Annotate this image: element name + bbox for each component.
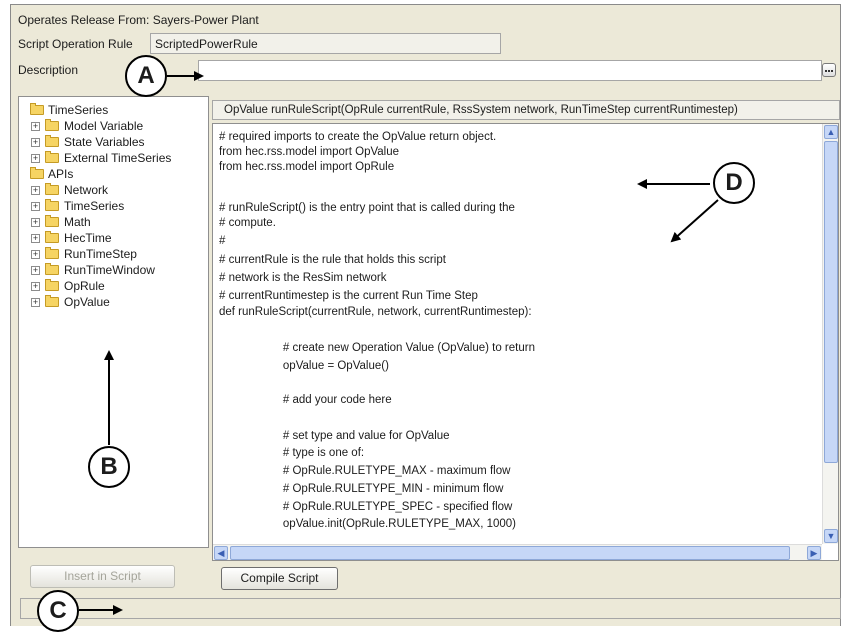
tree-item-label: OpValue	[64, 295, 110, 309]
tree-item-label: TimeSeries	[48, 103, 109, 117]
code-line: # required imports to create the OpValue…	[219, 131, 497, 143]
vertical-scrollbar[interactable]: ▲ ▼	[822, 124, 838, 544]
scroll-left-arrow-icon[interactable]: ◀	[214, 546, 228, 560]
folder-icon	[45, 183, 59, 195]
folder-icon	[45, 295, 59, 307]
code-line: # type is one of:	[219, 447, 365, 459]
plus-box-icon[interactable]: +	[31, 186, 40, 195]
description-field[interactable]	[198, 60, 822, 81]
vertical-scroll-thumb[interactable]	[824, 141, 838, 463]
folder-icon	[45, 279, 59, 291]
rule-name-field[interactable]: ScriptedPowerRule	[150, 33, 501, 54]
tree-item-label: TimeSeries	[64, 199, 125, 213]
ellipsis-icon[interactable]	[822, 63, 836, 77]
folder-icon	[30, 167, 44, 179]
folder-icon	[45, 247, 59, 259]
folder-icon	[45, 135, 59, 147]
scroll-right-arrow-icon[interactable]: ▶	[807, 546, 821, 560]
folder-icon	[45, 199, 59, 211]
code-line: opValue = OpValue()	[219, 360, 389, 372]
scroll-up-arrow-icon[interactable]: ▲	[824, 125, 838, 139]
tree-item-label: Model Variable	[64, 119, 144, 133]
plus-box-icon[interactable]: +	[31, 298, 40, 307]
callout-d: D	[713, 162, 755, 204]
tree-item-label: RunTimeWindow	[64, 263, 155, 277]
code-line: # create new Operation Value (OpValue) t…	[219, 342, 535, 354]
status-bar	[20, 598, 841, 619]
script-signature: OpValue runRuleScript(OpRule currentRule…	[212, 100, 840, 120]
tree-item-label: External TimeSeries	[64, 151, 172, 165]
callout-b: B	[88, 446, 130, 488]
tree-item-label: HecTime	[64, 231, 112, 245]
operates-release-label: Operates Release From: Sayers-Power Plan…	[18, 13, 259, 27]
callout-a: A	[125, 55, 167, 97]
code-line: # add your code here	[219, 394, 392, 406]
folder-icon	[45, 151, 59, 163]
plus-box-icon[interactable]: +	[31, 266, 40, 275]
code-line: from hec.rss.model import OpRule	[219, 161, 395, 173]
code-line: # compute.	[219, 217, 276, 229]
plus-box-icon[interactable]: +	[31, 234, 40, 243]
plus-box-icon[interactable]: +	[31, 218, 40, 227]
rule-editor-window: Operates Release From: Sayers-Power Plan…	[10, 4, 841, 626]
plus-box-icon[interactable]: +	[31, 202, 40, 211]
code-line: #	[219, 235, 226, 247]
plus-box-icon[interactable]: +	[31, 154, 40, 163]
folder-icon	[45, 263, 59, 275]
insert-in-script-button[interactable]: Insert in Script	[30, 565, 175, 588]
code-line: opValue.init(OpRule.RULETYPE_MAX, 1000)	[219, 518, 516, 530]
horizontal-scroll-thumb[interactable]	[230, 546, 790, 560]
code-line: from hec.rss.model import OpValue	[219, 146, 400, 158]
folder-icon	[45, 215, 59, 227]
plus-box-icon[interactable]: +	[31, 282, 40, 291]
code-line: # OpRule.RULETYPE_MIN - minimum flow	[219, 483, 504, 495]
tree-item-label: Network	[64, 183, 109, 197]
plus-box-icon[interactable]: +	[31, 250, 40, 259]
code-line: # OpRule.RULETYPE_SPEC - specified flow	[219, 501, 513, 513]
code-line: # OpRule.RULETYPE_MAX - maximum flow	[219, 465, 511, 477]
tree-item-label: Math	[64, 215, 91, 229]
tree-item-label: APIs	[48, 167, 74, 181]
code-line: def runRuleScript(currentRule, network, …	[219, 306, 532, 318]
code-line: # runRuleScript() is the entry point tha…	[219, 202, 515, 214]
description-label: Description	[18, 63, 79, 77]
folder-icon	[45, 119, 59, 131]
plus-box-icon[interactable]: +	[31, 138, 40, 147]
folder-icon	[30, 103, 44, 115]
code-line: # currentRuntimestep is the current Run …	[219, 290, 478, 302]
tree-item-label: OpRule	[64, 279, 105, 293]
plus-box-icon[interactable]: +	[31, 122, 40, 131]
tree-item-label: State Variables	[64, 135, 145, 149]
code-line: # network is the ResSim network	[219, 272, 387, 284]
script-operation-rule-label: Script Operation Rule	[18, 37, 133, 51]
code-line: # currentRule is the rule that holds thi…	[219, 254, 446, 266]
horizontal-scrollbar[interactable]: ◀ ▶	[213, 544, 822, 560]
tree-item-label: RunTimeStep	[64, 247, 137, 261]
code-line: # set type and value for OpValue	[219, 430, 450, 442]
scroll-down-arrow-icon[interactable]: ▼	[824, 529, 838, 543]
compile-script-button[interactable]: Compile Script	[221, 567, 338, 590]
folder-icon	[45, 231, 59, 243]
